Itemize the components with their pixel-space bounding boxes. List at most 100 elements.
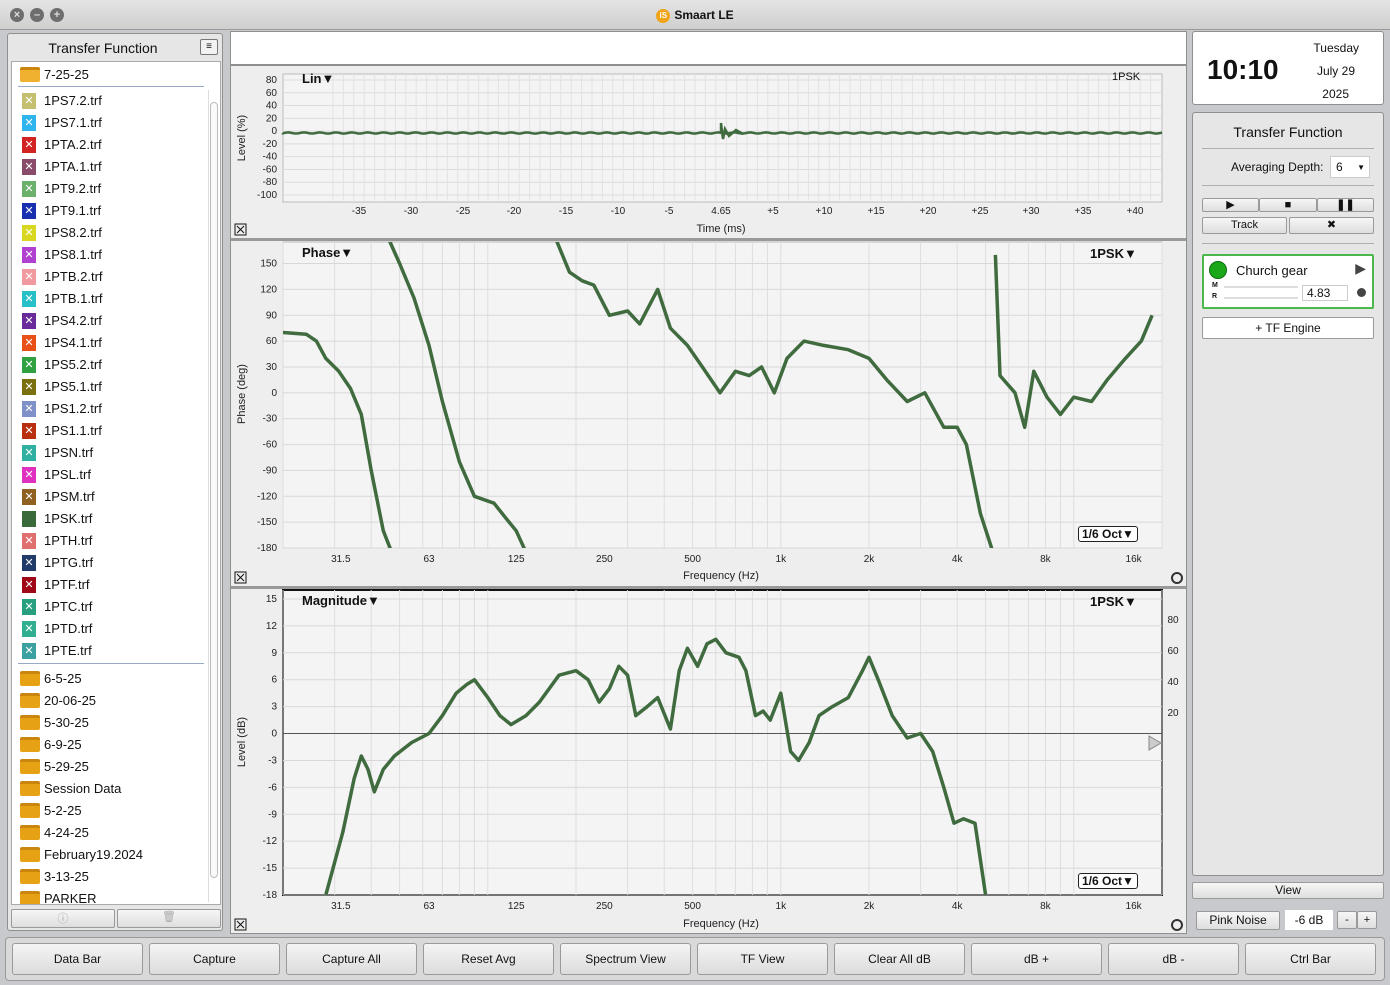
magnitude-settings-gear-icon bbox=[1171, 919, 1183, 931]
clock-date: July 29 bbox=[1316, 64, 1355, 78]
folder-name: 5-2-25 bbox=[44, 803, 82, 818]
phase-mode-menu[interactable]: Phase▼ bbox=[302, 245, 353, 260]
file-item[interactable]: ✕ 1PS1.2.trf bbox=[12, 398, 212, 420]
clear-all-db-button[interactable]: Clear All dB bbox=[834, 943, 965, 975]
sidebar-menu-button[interactable]: ≡ bbox=[200, 39, 218, 55]
phase-xlabel: Frequency (Hz) bbox=[683, 570, 759, 582]
tf-view-button[interactable]: TF View bbox=[697, 943, 828, 975]
magnitude-xlabel: Frequency (Hz) bbox=[683, 918, 759, 930]
file-item[interactable]: ✕ 1PSM.trf bbox=[12, 486, 212, 508]
file-item[interactable]: ✕ 1PTB.2.trf bbox=[12, 266, 212, 288]
noise-level-minus-button[interactable]: - bbox=[1337, 911, 1357, 929]
file-item[interactable]: ✕ 1PTA.2.trf bbox=[12, 134, 212, 156]
capture-button[interactable]: Capture bbox=[149, 943, 280, 975]
file-item[interactable]: ✕ 1PTF.trf bbox=[12, 574, 212, 596]
folder-icon bbox=[20, 737, 40, 752]
magnitude-mode-menu[interactable]: Magnitude▼ bbox=[302, 593, 380, 608]
ctrl-bar-button[interactable]: Ctrl Bar bbox=[1245, 943, 1376, 975]
data-bar-button[interactable]: Data Bar bbox=[12, 943, 143, 975]
folder-name: February19.2024 bbox=[44, 847, 144, 862]
file-item[interactable]: ✕ 1PTG.trf bbox=[12, 552, 212, 574]
add-tf-engine-button[interactable]: + TF Engine bbox=[1202, 317, 1374, 339]
noise-level-plus-button[interactable]: + bbox=[1357, 911, 1377, 929]
ir-xtick: +30 bbox=[1023, 206, 1040, 217]
engine-play-icon[interactable]: ▶ bbox=[1355, 260, 1366, 277]
ir-mode-menu[interactable]: Lin▼ bbox=[302, 71, 334, 86]
folder-item[interactable]: PARKER bbox=[12, 888, 212, 904]
open-folder-icon bbox=[20, 67, 40, 82]
phase-ytick: -60 bbox=[263, 440, 278, 451]
file-item[interactable]: ✕ 1PS8.2.trf bbox=[12, 222, 212, 244]
file-name: 1PS1.2.trf bbox=[44, 401, 102, 416]
file-item[interactable]: ✕ 1PTA.1.trf bbox=[12, 156, 212, 178]
file-item[interactable]: ✕ 1PTC.trf bbox=[12, 596, 212, 618]
phase-xtick: 31.5 bbox=[331, 554, 351, 565]
delay-field[interactable]: 4.83 bbox=[1302, 285, 1348, 301]
file-item[interactable]: ✕ 1PS7.2.trf bbox=[12, 90, 212, 112]
file-item[interactable]: ✕ 1PTE.trf bbox=[12, 640, 212, 662]
scrollbar[interactable] bbox=[208, 90, 218, 902]
trash-button[interactable]: 🗑 bbox=[117, 909, 221, 928]
file-item[interactable]: ✕ 1PTD.trf bbox=[12, 618, 212, 640]
stop-button[interactable]: ■ bbox=[1259, 198, 1317, 212]
phase-trace-menu[interactable]: 1PSK▼ bbox=[1090, 246, 1137, 261]
file-item[interactable]: ✕ 1PS5.1.trf bbox=[12, 376, 212, 398]
ir-xlabel: Time (ms) bbox=[696, 223, 745, 235]
phase-smoothing-menu[interactable]: 1/6 Oct▼ bbox=[1078, 526, 1138, 542]
file-name: 1PS5.1.trf bbox=[44, 379, 102, 394]
trf-file-icon: ✕ bbox=[22, 379, 36, 395]
folder-item[interactable]: February19.2024 bbox=[12, 844, 212, 866]
spectrum-view-button[interactable]: Spectrum View bbox=[560, 943, 691, 975]
file-item[interactable]: ✕ 1PSL.trf bbox=[12, 464, 212, 486]
averaging-depth-select[interactable]: 6 ▼ bbox=[1330, 156, 1370, 178]
magnitude-trace-menu[interactable]: 1PSK▼ bbox=[1090, 594, 1137, 609]
phase-ytick: -30 bbox=[263, 414, 278, 425]
current-folder[interactable]: 7-25-25 bbox=[12, 64, 212, 86]
pink-noise-button[interactable]: Pink Noise bbox=[1196, 911, 1280, 930]
file-item[interactable]: 1PSK.trf bbox=[12, 508, 212, 530]
folder-item[interactable]: 20-06-25 bbox=[12, 690, 212, 712]
trf-file-icon: ✕ bbox=[22, 489, 36, 505]
delay-find-icon[interactable] bbox=[1357, 288, 1366, 297]
pause-button[interactable]: ❚❚ bbox=[1317, 198, 1374, 212]
capture-all-button[interactable]: Capture All bbox=[286, 943, 417, 975]
track-button[interactable]: Track bbox=[1202, 217, 1287, 234]
file-item[interactable]: ✕ 1PS7.1.trf bbox=[12, 112, 212, 134]
magnitude-smoothing-menu[interactable]: 1/6 Oct▼ bbox=[1078, 873, 1138, 889]
folder-item[interactable]: 4-24-25 bbox=[12, 822, 212, 844]
view-button[interactable]: View bbox=[1192, 882, 1384, 899]
file-item[interactable]: ✕ 1PS5.2.trf bbox=[12, 354, 212, 376]
folder-item[interactable]: 6-9-25 bbox=[12, 734, 212, 756]
file-item[interactable]: ✕ 1PS1.1.trf bbox=[12, 420, 212, 442]
phase-xtick: 8k bbox=[1040, 554, 1052, 565]
reset-avg-button[interactable]: Reset Avg bbox=[423, 943, 554, 975]
folder-item[interactable]: 5-2-25 bbox=[12, 800, 212, 822]
folder-item[interactable]: 3-13-25 bbox=[12, 866, 212, 888]
info-button[interactable]: ⓘ bbox=[11, 909, 115, 928]
engine-status-icon[interactable] bbox=[1209, 261, 1227, 279]
folder-item[interactable]: 6-5-25 bbox=[12, 668, 212, 690]
tf-engine-card[interactable]: Church gear ▶ M R 4.83 bbox=[1202, 254, 1374, 309]
folder-item[interactable]: 5-30-25 bbox=[12, 712, 212, 734]
file-item[interactable]: ✕ 1PS4.1.trf bbox=[12, 332, 212, 354]
db-minus-button[interactable]: dB - bbox=[1108, 943, 1239, 975]
folder-item[interactable]: 5-29-25 bbox=[12, 756, 212, 778]
noise-level-field[interactable]: -6 dB bbox=[1285, 910, 1333, 930]
db-plus-button[interactable]: dB + bbox=[971, 943, 1102, 975]
file-item[interactable]: ✕ 1PT9.1.trf bbox=[12, 200, 212, 222]
trf-file-icon: ✕ bbox=[22, 401, 36, 417]
file-item[interactable]: ✕ 1PTB.1.trf bbox=[12, 288, 212, 310]
file-item[interactable]: ✕ 1PSN.trf bbox=[12, 442, 212, 464]
file-name: 1PS4.1.trf bbox=[44, 335, 102, 350]
pause-icon: ❚❚ bbox=[1336, 199, 1355, 211]
folder-item[interactable]: Session Data bbox=[12, 778, 212, 800]
tools-button[interactable]: ✖ bbox=[1289, 217, 1374, 234]
tf-panel-title: Transfer Function bbox=[1233, 124, 1343, 140]
file-item[interactable]: ✕ 1PS4.2.trf bbox=[12, 310, 212, 332]
play-button[interactable]: ▶ bbox=[1202, 198, 1259, 212]
file-item[interactable]: ✕ 1PS8.1.trf bbox=[12, 244, 212, 266]
magnitude-ylabel: Level (dB) bbox=[236, 717, 248, 767]
file-item[interactable]: ✕ 1PT9.2.trf bbox=[12, 178, 212, 200]
ir-xtick: 4.65 bbox=[711, 206, 731, 217]
file-item[interactable]: ✕ 1PTH.trf bbox=[12, 530, 212, 552]
